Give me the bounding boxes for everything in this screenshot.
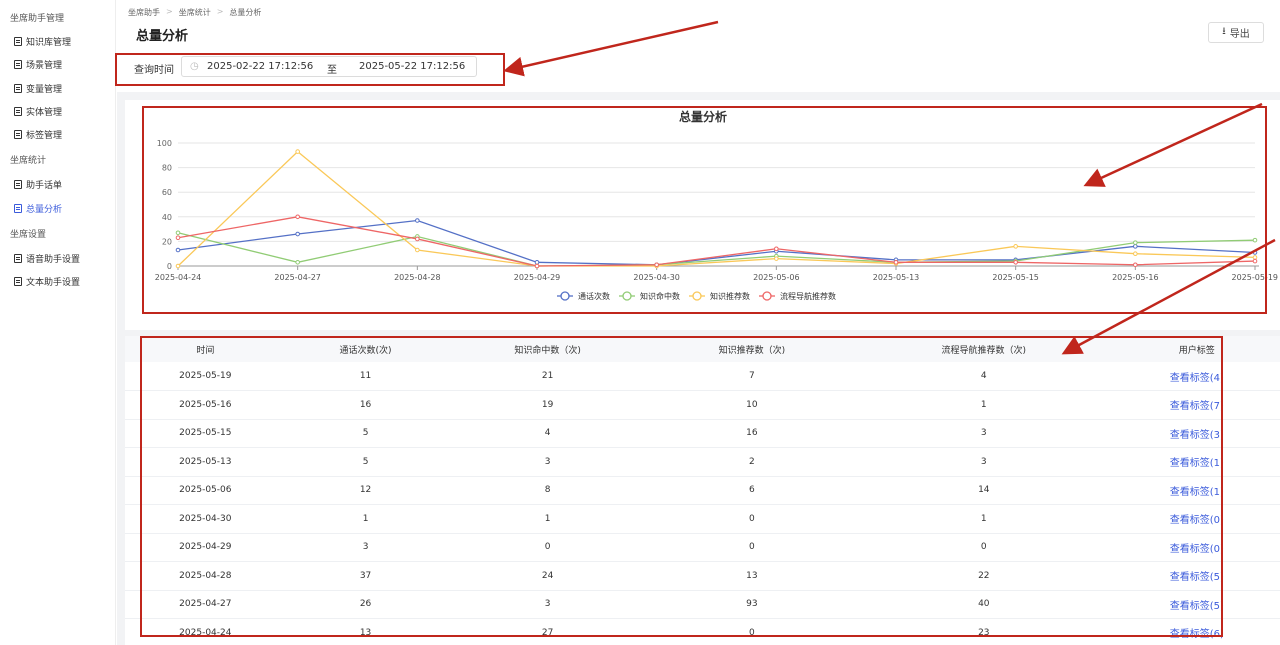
annotation-box — [140, 336, 1223, 637]
sidebar-item-scenes[interactable]: 场景管理 — [14, 58, 62, 71]
document-icon — [14, 37, 22, 46]
document-icon — [14, 60, 22, 69]
sidebar-item-call-records[interactable]: 助手话单 — [14, 178, 62, 191]
document-icon — [14, 277, 22, 286]
download-icon: ⭳ — [1222, 26, 1226, 37]
sidebar: 坐席助手管理 知识库管理 场景管理 变量管理 实体管理 标签管理 坐席统计 助手… — [0, 0, 116, 645]
breadcrumb-separator: > — [166, 7, 173, 16]
sidebar-item-text-assistant-settings[interactable]: 文本助手设置 — [14, 275, 80, 288]
document-icon — [14, 84, 22, 93]
sidebar-item-variables[interactable]: 变量管理 — [14, 82, 62, 95]
sidebar-group-assistant-management: 坐席助手管理 — [10, 14, 65, 24]
page-title: 总量分析 — [136, 29, 189, 44]
document-icon — [14, 254, 22, 263]
document-icon — [14, 107, 22, 116]
document-icon — [14, 180, 22, 189]
sidebar-item-tags[interactable]: 标签管理 — [14, 128, 62, 141]
export-button[interactable]: ⭳ 导出 — [1208, 22, 1264, 43]
sidebar-item-total-analysis[interactable]: 总量分析 — [14, 202, 62, 215]
annotation-box — [142, 106, 1267, 314]
breadcrumb-item[interactable]: 坐席统计 — [179, 7, 211, 18]
document-icon — [14, 130, 22, 139]
sidebar-group-statistics: 坐席统计 — [10, 156, 47, 166]
export-label: 导出 — [1229, 29, 1250, 40]
sidebar-item-entities[interactable]: 实体管理 — [14, 105, 62, 118]
annotation-box — [115, 53, 505, 86]
breadcrumb-item: 总量分析 — [229, 8, 262, 17]
breadcrumb-separator: > — [216, 7, 224, 16]
document-icon — [14, 204, 22, 213]
breadcrumb-item[interactable]: 坐席助手 — [128, 7, 160, 18]
sidebar-item-knowledge-base[interactable]: 知识库管理 — [14, 35, 71, 48]
sidebar-item-voice-assistant-settings[interactable]: 语音助手设置 — [14, 252, 80, 265]
breadcrumb: 坐席助手 > 坐席统计 > 总量分析 — [128, 7, 261, 18]
sidebar-group-settings: 坐席设置 — [10, 230, 47, 240]
